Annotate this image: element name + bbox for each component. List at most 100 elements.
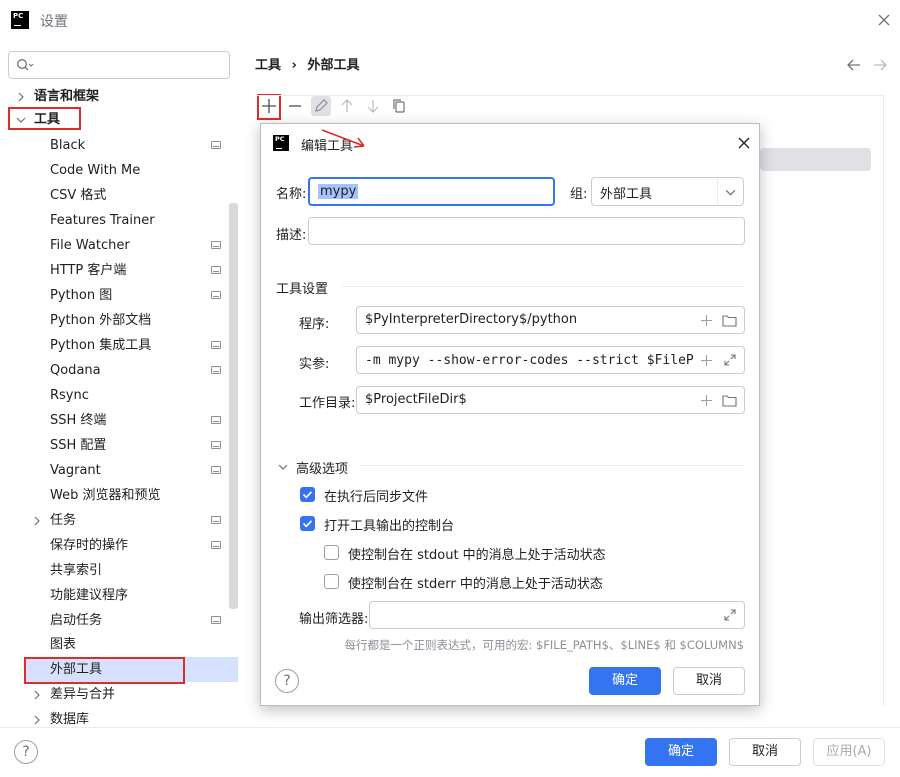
tool-settings-title: 工具设置 bbox=[276, 282, 329, 297]
open-console-checkbox[interactable] bbox=[300, 516, 315, 531]
settings-apply-button[interactable]: 应用(A) bbox=[813, 738, 885, 766]
advanced-options-toggle[interactable]: 高级选项 bbox=[276, 458, 396, 477]
sidebar-item-label: 图表 bbox=[50, 637, 77, 652]
breadcrumb-separator: › bbox=[291, 58, 297, 73]
dialog-ok-button[interactable]: 确定 bbox=[589, 667, 661, 695]
edit-icon[interactable] bbox=[311, 96, 331, 116]
sidebar-item-label: Vagrant bbox=[50, 463, 101, 478]
expand-icon[interactable] bbox=[723, 353, 737, 367]
settings-search-input[interactable] bbox=[8, 51, 230, 79]
stdout-activate-checkbox[interactable] bbox=[324, 545, 339, 560]
sidebar-item-file-watcher[interactable]: File Watcher bbox=[0, 233, 228, 258]
sidebar-item-label: Rsync bbox=[50, 388, 89, 403]
description-label: 描述: bbox=[276, 228, 307, 243]
sidebar-item-tasks[interactable]: 任务 bbox=[0, 508, 228, 533]
move-down-icon[interactable] bbox=[363, 96, 383, 116]
sync-files-checkbox[interactable] bbox=[300, 487, 315, 502]
output-filters-field[interactable] bbox=[369, 601, 745, 629]
sidebar-item-vagrant[interactable]: Vagrant bbox=[0, 458, 228, 483]
settings-cancel-button[interactable]: 取消 bbox=[729, 738, 801, 766]
group-value: 外部工具 bbox=[600, 187, 653, 202]
sidebar-item-python-external-docs[interactable]: Python 外部文档 bbox=[0, 308, 228, 333]
sidebar-item-python-diagrams[interactable]: Python 图 bbox=[0, 283, 228, 308]
chevron-right-icon bbox=[34, 690, 40, 700]
sidebar-item-shared-indexes[interactable]: 共享索引 bbox=[0, 558, 228, 583]
project-level-icon bbox=[211, 516, 221, 524]
working-directory-label: 工作目录: bbox=[299, 396, 356, 411]
sidebar-item-label: 保存时的操作 bbox=[50, 538, 129, 553]
sidebar-item-label: 共享索引 bbox=[50, 563, 103, 578]
copy-icon[interactable] bbox=[389, 96, 409, 116]
chevron-down-icon bbox=[278, 464, 288, 470]
sidebar-item-python-integrated-tools[interactable]: Python 集成工具 bbox=[0, 333, 228, 358]
sidebar-item-label: SSH 终端 bbox=[50, 413, 107, 428]
sidebar-item-qodana[interactable]: Qodana bbox=[0, 358, 228, 383]
project-level-icon bbox=[211, 416, 221, 424]
sidebar-item-label: HTTP 客户端 bbox=[50, 263, 127, 278]
remove-icon[interactable] bbox=[285, 96, 305, 116]
dialog-help-button[interactable]: ? bbox=[275, 669, 299, 693]
title-bar: PC 设置 bbox=[0, 0, 900, 40]
stderr-activate-checkbox[interactable] bbox=[324, 574, 339, 589]
sidebar-item-label: 语言和框架 bbox=[34, 89, 100, 104]
section-divider bbox=[341, 286, 745, 287]
program-field[interactable]: $PyInterpreterDirectory$/python bbox=[356, 306, 745, 334]
insert-macro-icon[interactable] bbox=[700, 394, 713, 407]
settings-help-button[interactable]: ? bbox=[14, 740, 38, 764]
stderr-checkbox-row[interactable]: 使控制台在 stderr 中的消息上处于活动状态 bbox=[324, 573, 624, 592]
breadcrumb-parent[interactable]: 工具 bbox=[255, 58, 281, 73]
sync-files-checkbox-row[interactable]: 在执行后同步文件 bbox=[300, 486, 500, 505]
sidebar-item-startup-tasks[interactable]: 启动任务 bbox=[0, 608, 228, 633]
sidebar-item-database[interactable]: 数据库 bbox=[0, 707, 228, 727]
expand-icon[interactable] bbox=[723, 608, 737, 622]
description-field[interactable] bbox=[308, 217, 745, 245]
sidebar-item-diagrams[interactable]: 图表 bbox=[0, 632, 228, 657]
forward-arrow-icon[interactable] bbox=[871, 56, 889, 74]
project-level-icon bbox=[211, 441, 221, 449]
chevron-right-icon bbox=[18, 92, 24, 102]
sidebar-item-languages-frameworks[interactable]: 语言和框架 bbox=[0, 84, 228, 109]
arguments-value: -m mypy --show-error-codes --strict $Fil… bbox=[365, 353, 726, 368]
highlight-box-add bbox=[257, 94, 281, 120]
working-directory-field[interactable]: $ProjectFileDir$ bbox=[356, 386, 745, 414]
group-combobox[interactable]: 外部工具 bbox=[591, 177, 744, 206]
name-label: 名称: bbox=[276, 187, 307, 202]
arguments-field[interactable]: -m mypy --show-error-codes --strict $Fil… bbox=[356, 346, 745, 374]
folder-icon[interactable] bbox=[722, 314, 737, 327]
dialog-cancel-button[interactable]: 取消 bbox=[673, 667, 745, 695]
sidebar-scrollbar[interactable] bbox=[229, 203, 238, 609]
move-up-icon[interactable] bbox=[337, 96, 357, 116]
stdout-checkbox-row[interactable]: 使控制台在 stdout 中的消息上处于活动状态 bbox=[324, 544, 624, 563]
sidebar-item-code-with-me[interactable]: Code With Me bbox=[0, 158, 228, 183]
sidebar-item-rsync[interactable]: Rsync bbox=[0, 383, 228, 408]
insert-macro-icon[interactable] bbox=[700, 314, 713, 327]
back-arrow-icon[interactable] bbox=[845, 56, 863, 74]
edit-tool-dialog: PC 编辑工具 名称: mypy 组: 外部工具 描述: 工具设置 程序: $P… bbox=[260, 123, 760, 706]
name-field[interactable]: mypy bbox=[308, 177, 555, 206]
window-close-icon[interactable] bbox=[874, 10, 894, 30]
sidebar-item-ssh-config[interactable]: SSH 配置 bbox=[0, 433, 228, 458]
checkmark-icon bbox=[302, 520, 313, 528]
project-level-icon bbox=[211, 466, 221, 474]
tools-list-selected-row[interactable] bbox=[760, 148, 871, 171]
sidebar-item-diff-merge[interactable]: 差异与合并 bbox=[0, 682, 228, 707]
sidebar-item-ssh-terminal[interactable]: SSH 终端 bbox=[0, 408, 228, 433]
sidebar-item-features-trainer[interactable]: Features Trainer bbox=[0, 208, 228, 233]
folder-icon[interactable] bbox=[722, 394, 737, 407]
dialog-close-icon[interactable] bbox=[736, 135, 752, 151]
chevron-right-icon bbox=[34, 516, 40, 526]
open-console-checkbox-row[interactable]: 打开工具输出的控制台 bbox=[300, 515, 500, 534]
chevron-right-icon bbox=[34, 715, 40, 725]
sidebar-item-actions-on-save[interactable]: 保存时的操作 bbox=[0, 533, 228, 558]
sidebar-item-csv[interactable]: CSV 格式 bbox=[0, 183, 228, 208]
sidebar-item-black[interactable]: Black bbox=[0, 133, 228, 158]
insert-macro-icon[interactable] bbox=[700, 354, 713, 367]
sidebar-item-label: Python 外部文档 bbox=[50, 313, 152, 328]
highlight-box-external-tools bbox=[24, 657, 185, 684]
sidebar-item-feature-suggester[interactable]: 功能建议程序 bbox=[0, 583, 228, 608]
sidebar-item-http-client[interactable]: HTTP 客户端 bbox=[0, 258, 228, 283]
settings-ok-button[interactable]: 确定 bbox=[645, 738, 717, 766]
project-level-icon bbox=[211, 266, 221, 274]
sidebar-item-web-browsers[interactable]: Web 浏览器和预览 bbox=[0, 483, 228, 508]
sidebar-item-label: Code With Me bbox=[50, 163, 141, 178]
